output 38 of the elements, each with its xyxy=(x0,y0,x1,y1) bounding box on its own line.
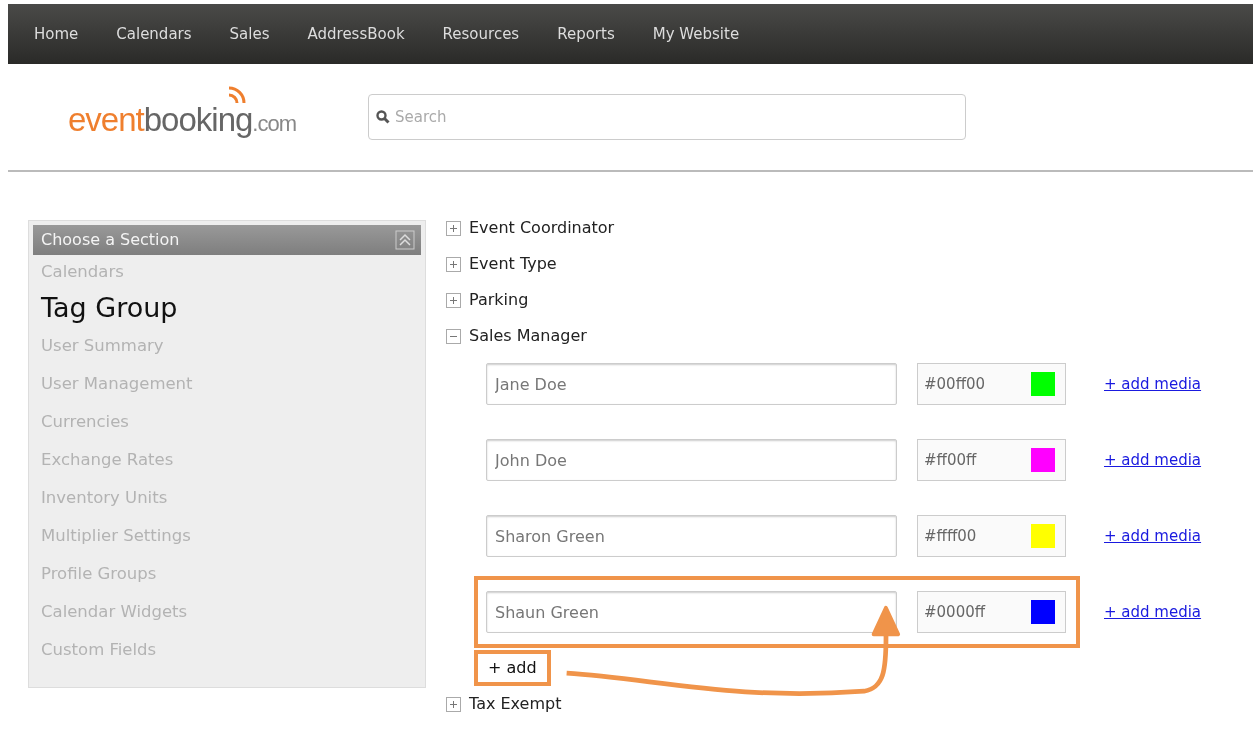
name-field[interactable]: John Doe xyxy=(486,439,897,481)
sidebar-title: Choose a Section xyxy=(41,229,180,251)
add-button[interactable]: + add xyxy=(474,650,551,686)
nav-link-item[interactable]: Resources xyxy=(442,22,520,46)
nav-link-item[interactable]: Sales xyxy=(229,22,270,46)
group-label: Event Type xyxy=(469,253,557,275)
name-field[interactable]: Jane Doe xyxy=(486,363,897,405)
add-media-link[interactable]: + add media xyxy=(1104,524,1202,548)
expand-icon[interactable] xyxy=(446,220,461,236)
sidebar-item[interactable]: Tag Group xyxy=(33,289,421,327)
collapse-icon[interactable] xyxy=(446,328,461,344)
nav-link-item[interactable]: Home xyxy=(34,22,79,46)
nav-link-item[interactable]: My Website xyxy=(652,22,740,46)
add-media-link[interactable]: + add media xyxy=(1104,372,1202,396)
color-code: #ff00ff xyxy=(924,449,977,471)
name-field[interactable]: Sharon Green xyxy=(486,515,897,557)
color-field[interactable]: #0000ff xyxy=(917,591,1066,633)
group-label: Parking xyxy=(469,289,529,311)
nav-link-item[interactable]: Reports xyxy=(557,22,615,46)
add-media-link[interactable]: + add media xyxy=(1104,448,1202,472)
color-code: #ffff00 xyxy=(924,525,977,547)
expand-icon[interactable] xyxy=(446,696,461,712)
color-code: #00ff00 xyxy=(924,373,986,395)
expand-icon[interactable] xyxy=(446,256,461,272)
add-media-link[interactable]: + add media xyxy=(1104,600,1202,624)
name-field[interactable]: Shaun Green xyxy=(486,591,897,633)
color-field[interactable]: #ff00ff xyxy=(917,439,1066,481)
color-field[interactable]: #ffff00 xyxy=(917,515,1066,557)
collapse-icon[interactable] xyxy=(395,230,415,250)
nav-link-item[interactable]: Calendars xyxy=(116,22,192,46)
search-field[interactable]: Search xyxy=(368,94,967,140)
group-label: Tax Exempt xyxy=(469,693,562,715)
nav-link-item[interactable]: AddressBook xyxy=(307,22,405,46)
group-label: Event Coordinator xyxy=(469,217,615,239)
group-label: Sales Manager xyxy=(469,325,587,347)
color-code: #0000ff xyxy=(924,601,986,623)
expand-icon[interactable] xyxy=(446,292,461,308)
color-field[interactable]: #00ff00 xyxy=(917,363,1066,405)
